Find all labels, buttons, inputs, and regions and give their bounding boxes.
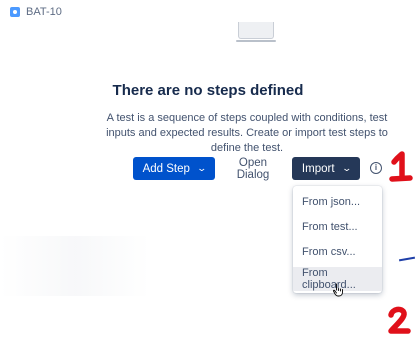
empty-state-description: A test is a sequence of steps coupled wi… xyxy=(106,112,388,154)
empty-state-illustration xyxy=(236,22,276,42)
background-blur xyxy=(0,236,150,296)
annotation-mark-1 xyxy=(389,151,413,182)
empty-state-title: There are no steps defined xyxy=(112,82,304,99)
menu-item-from-json[interactable]: From json... xyxy=(293,190,382,214)
menu-item-from-csv[interactable]: From csv... xyxy=(293,240,382,264)
add-step-label: Add Step xyxy=(142,162,190,175)
open-dialog-button[interactable]: Open Dialog xyxy=(220,156,286,181)
issue-key-label: BAT-10 xyxy=(26,6,62,18)
hand-cursor-icon xyxy=(333,283,343,297)
add-step-button[interactable]: Add Step ⌄ xyxy=(133,157,215,180)
import-button[interactable]: Import ⌄ xyxy=(292,157,360,180)
menu-item-from-test[interactable]: From test... xyxy=(293,215,382,239)
info-icon[interactable]: i xyxy=(370,162,382,174)
annotation-blue-stroke xyxy=(398,256,416,262)
import-label: Import xyxy=(301,162,335,175)
issue-key-link[interactable]: BAT-10 xyxy=(10,6,62,18)
import-dropdown-menu: From json... From test... From csv... Fr… xyxy=(293,186,382,293)
issue-type-icon xyxy=(10,7,20,17)
annotation-mark-2 xyxy=(388,306,411,334)
chevron-down-icon: ⌄ xyxy=(196,163,207,173)
open-dialog-label: Open Dialog xyxy=(236,156,270,181)
chevron-down-icon: ⌄ xyxy=(341,163,352,173)
